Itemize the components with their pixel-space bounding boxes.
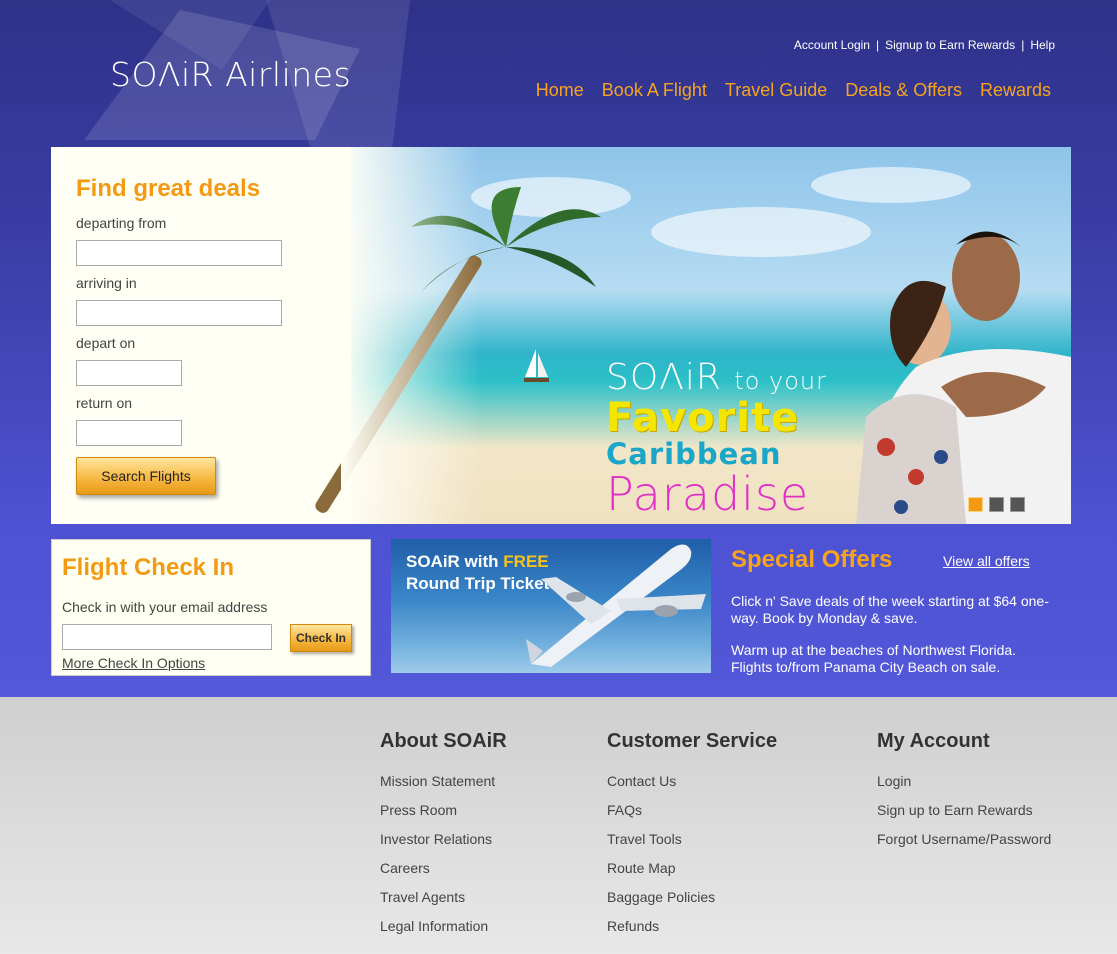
airplane-icon	[526, 544, 706, 667]
footer-link[interactable]: Contact Us	[607, 773, 777, 802]
banner-line-1: SOΛiR to your	[606, 357, 827, 398]
nav-rewards[interactable]: Rewards	[980, 80, 1051, 101]
depart-on-input[interactable]	[76, 360, 182, 386]
banner-to-your: to your	[734, 367, 827, 395]
nav-home[interactable]: Home	[536, 80, 584, 101]
site-logo[interactable]: SOΛiR Airlines	[110, 55, 351, 94]
depart-on-label: depart on	[76, 335, 136, 351]
footer-link[interactable]: Forgot Username/Password	[877, 831, 1051, 860]
departing-label: departing from	[76, 215, 167, 231]
footer-customer-service-column: Customer Service Contact Us FAQs Travel …	[607, 730, 777, 947]
banner-line-4: Paradise	[606, 467, 810, 522]
view-all-offers-link[interactable]: View all offers	[943, 553, 1030, 569]
banner-line-3: Caribbean	[606, 437, 782, 471]
footer-link[interactable]: Login	[877, 773, 1051, 802]
flight-checkin-panel: Flight Check In Check in with your email…	[51, 539, 371, 676]
arriving-label: arriving in	[76, 275, 137, 291]
banner-line-2: Favorite	[606, 395, 800, 441]
footer-link[interactable]: Legal Information	[380, 918, 507, 947]
banner-brand: SOΛiR	[606, 357, 722, 398]
search-flights-button[interactable]: Search Flights	[76, 457, 216, 495]
departing-input[interactable]	[76, 240, 282, 266]
slider-pagination	[968, 497, 1025, 512]
footer-heading: My Account	[877, 730, 990, 752]
banner-headline: SOΛiR to your Favorite Caribbean Paradis…	[606, 357, 827, 517]
nav-separator: |	[1021, 38, 1025, 52]
site-footer: About SOAiR Mission Statement Press Room…	[0, 697, 1117, 954]
footer-about-column: About SOAiR Mission Statement Press Room…	[380, 730, 507, 947]
hero-banner: SOΛiR to your Favorite Caribbean Paradis…	[51, 147, 1071, 524]
slide-dot-2[interactable]	[989, 497, 1004, 512]
checkin-title: Flight Check In	[62, 554, 235, 581]
footer-link[interactable]: Sign up to Earn Rewards	[877, 802, 1051, 831]
more-checkin-options-link[interactable]: More Check In Options	[62, 655, 205, 671]
footer-link[interactable]: Mission Statement	[380, 773, 507, 802]
nav-separator: |	[875, 38, 880, 52]
footer-link[interactable]: Investor Relations	[380, 831, 507, 860]
footer-link[interactable]: Press Room	[380, 802, 507, 831]
footer-heading: About SOAiR	[380, 730, 507, 752]
special-offers-title: Special Offers	[731, 546, 893, 573]
signup-rewards-link[interactable]: Signup to Earn Rewards	[885, 38, 1015, 52]
banner-fade	[341, 147, 481, 524]
footer-link[interactable]: Route Map	[607, 860, 777, 889]
main-nav: Home Book A Flight Travel Guide Deals & …	[536, 80, 1051, 101]
cloud	[811, 167, 971, 203]
utility-nav: Account Login | Signup to Earn Rewards |…	[794, 38, 1055, 52]
sailboat-icon	[524, 349, 549, 382]
cloud	[651, 207, 871, 257]
footer-link[interactable]: Travel Agents	[380, 889, 507, 918]
search-form-title: Find great deals	[76, 175, 261, 202]
arriving-input[interactable]	[76, 300, 282, 326]
checkin-email-input[interactable]	[62, 624, 272, 650]
footer-link[interactable]: Careers	[380, 860, 507, 889]
footer-link[interactable]: Baggage Policies	[607, 889, 777, 918]
slide-dot-3[interactable]	[1010, 497, 1025, 512]
offer-item[interactable]: Click n' Save deals of the week starting…	[731, 593, 1056, 627]
free-tickets-promo[interactable]: SOAiR with FREE Round Trip Tickets	[391, 539, 711, 673]
return-on-label: return on	[76, 395, 133, 411]
nav-book-a-flight[interactable]: Book A Flight	[602, 80, 707, 101]
account-login-link[interactable]: Account Login	[794, 38, 870, 52]
footer-my-account-column: My Account Login Sign up to Earn Rewards…	[877, 730, 1051, 860]
slide-dot-1[interactable]	[968, 497, 983, 512]
checkin-button[interactable]: Check In	[290, 624, 352, 652]
nav-travel-guide[interactable]: Travel Guide	[725, 80, 827, 101]
footer-link[interactable]: FAQs	[607, 802, 777, 831]
footer-link[interactable]: Travel Tools	[607, 831, 777, 860]
couple-photo	[856, 231, 1071, 524]
footer-heading: Customer Service	[607, 730, 778, 752]
checkin-label: Check in with your email address	[62, 599, 268, 615]
footer-link[interactable]: Refunds	[607, 918, 777, 947]
offer-item[interactable]: Warm up at the beaches of Northwest Flor…	[731, 642, 1056, 676]
promo-tile-line-1a: SOAiR with	[406, 552, 504, 571]
help-link[interactable]: Help	[1030, 38, 1055, 52]
nav-deals-offers[interactable]: Deals & Offers	[845, 80, 962, 101]
return-on-input[interactable]	[76, 420, 182, 446]
